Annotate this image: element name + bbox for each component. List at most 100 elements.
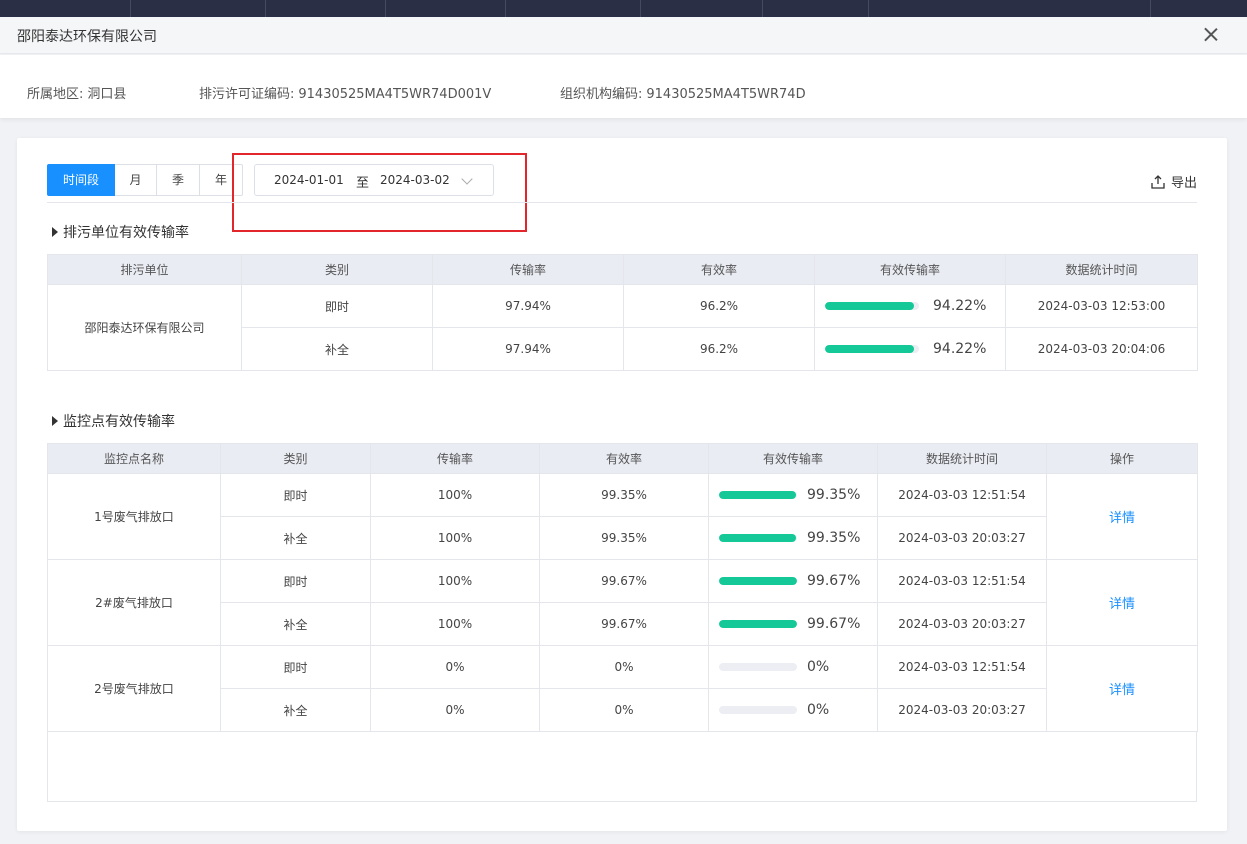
column-header: 有效传输率 bbox=[708, 443, 878, 474]
transmission-cell: 97.94% bbox=[432, 327, 624, 371]
progress-bar bbox=[825, 345, 919, 353]
transmission-cell: 0% bbox=[370, 645, 540, 689]
progress-bar bbox=[719, 706, 797, 714]
action-cell: 详情 bbox=[1046, 559, 1198, 646]
date-separator: 至 bbox=[356, 176, 370, 191]
type-cell: 补全 bbox=[220, 602, 371, 646]
region-value: 洞口县 bbox=[87, 87, 127, 102]
column-header: 有效率 bbox=[623, 254, 815, 285]
chevron-down-icon[interactable] bbox=[461, 173, 473, 185]
valid-cell: 99.67% bbox=[539, 602, 709, 646]
table-header-row: 监控点名称 类别 传输率 有效率 有效传输率 数据统计时间 操作 bbox=[47, 443, 1198, 474]
modal-header: 邵阳泰达环保有限公司 bbox=[0, 17, 1247, 54]
tab-year[interactable]: 年 bbox=[200, 164, 243, 196]
table-row: 补全 100% 99.35% 99.35% 2024-03-03 20:03:2… bbox=[48, 516, 1198, 560]
info-bar: 所属地区: 洞口县 排污许可证编码: 91430525MA4T5WR74D001V … bbox=[0, 55, 1247, 118]
progress-bar bbox=[719, 577, 797, 585]
effective-rate-cell: 99.35% bbox=[708, 516, 878, 560]
column-header: 类别 bbox=[220, 443, 371, 474]
table-row: 1号废气排放口 即时 100% 99.35% 99.35% 2024-03-03… bbox=[47, 473, 1198, 560]
unit-section-title-text: 排污单位有效传输率 bbox=[63, 225, 189, 241]
divider bbox=[47, 202, 1197, 203]
table-empty-area bbox=[47, 731, 1197, 802]
type-cell: 补全 bbox=[220, 516, 371, 560]
close-icon[interactable] bbox=[1201, 25, 1221, 45]
effective-rate-cell: 99.35% bbox=[708, 473, 878, 517]
tab-time-range[interactable]: 时间段 bbox=[47, 164, 115, 196]
tab-quarter[interactable]: 季 bbox=[157, 164, 200, 196]
nav-divider bbox=[762, 0, 763, 17]
progress-fill bbox=[719, 491, 797, 499]
type-cell: 即时 bbox=[241, 284, 433, 328]
progress-bar bbox=[719, 534, 797, 542]
valid-cell: 96.2% bbox=[623, 327, 815, 371]
column-header: 操作 bbox=[1046, 443, 1198, 474]
effective-rate-text: 99.67% bbox=[807, 616, 861, 632]
nav-divider bbox=[130, 0, 131, 17]
region-label: 所属地区: bbox=[27, 87, 84, 102]
period-segmented-control: 时间段 月 季 年 bbox=[47, 164, 243, 196]
valid-cell: 96.2% bbox=[623, 284, 815, 328]
progress-fill bbox=[825, 345, 914, 353]
transmission-cell: 100% bbox=[370, 473, 540, 517]
progress-bar bbox=[719, 620, 797, 628]
point-name-cell: 1号废气排放口 bbox=[47, 473, 221, 560]
progress-fill bbox=[719, 620, 797, 628]
column-header: 传输率 bbox=[432, 254, 624, 285]
table-row: 补全 0% 0% 0% 2024-03-03 20:03:27 bbox=[48, 688, 1198, 732]
nav-divider bbox=[868, 0, 869, 17]
monitor-section-title: 监控点有效传输率 bbox=[52, 411, 175, 431]
point-name-cell: 2#废气排放口 bbox=[47, 559, 221, 646]
table-row: 2号废气排放口 即时 0% 0% 0% 2024-03-03 12:51:54 … bbox=[47, 645, 1198, 732]
effective-rate-text: 99.67% bbox=[807, 573, 861, 589]
date-range-picker[interactable]: 2024-01-01 至 2024-03-02 bbox=[254, 164, 494, 196]
time-cell: 2024-03-03 20:03:27 bbox=[877, 602, 1047, 646]
org-value: 91430525MA4T5WR74D bbox=[646, 87, 806, 102]
transmission-cell: 100% bbox=[370, 602, 540, 646]
table-row: 邵阳泰达环保有限公司 即时 97.94% 96.2% 94.22% 2024-0… bbox=[47, 284, 1198, 371]
transmission-cell: 100% bbox=[370, 559, 540, 603]
effective-rate-cell: 0% bbox=[708, 645, 878, 689]
permit-value: 91430525MA4T5WR74D001V bbox=[298, 87, 492, 102]
effective-rate-cell: 99.67% bbox=[708, 602, 878, 646]
unit-section-title: 排污单位有效传输率 bbox=[52, 222, 189, 242]
export-icon bbox=[1151, 174, 1165, 189]
column-header: 有效传输率 bbox=[814, 254, 1006, 285]
column-header: 有效率 bbox=[539, 443, 709, 474]
nav-divider bbox=[265, 0, 266, 17]
monitor-section-title-text: 监控点有效传输率 bbox=[63, 414, 175, 430]
time-cell: 2024-03-03 20:03:27 bbox=[877, 688, 1047, 732]
unit-name-cell: 邵阳泰达环保有限公司 bbox=[47, 284, 242, 371]
details-link[interactable]: 详情 bbox=[1109, 597, 1135, 612]
caret-right-icon bbox=[52, 227, 58, 237]
column-header: 监控点名称 bbox=[47, 443, 221, 474]
effective-rate-cell: 99.67% bbox=[708, 559, 878, 603]
transmission-cell: 0% bbox=[370, 688, 540, 732]
permit-info: 排污许可证编码: 91430525MA4T5WR74D001V bbox=[199, 83, 491, 102]
effective-rate-text: 0% bbox=[807, 702, 830, 718]
unit-rate-table: 排污单位 类别 传输率 有效率 有效传输率 数据统计时间 邵阳泰达环保有限公司 … bbox=[47, 254, 1198, 371]
table-row: 2#废气排放口 即时 100% 99.67% 99.67% 2024-03-03… bbox=[47, 559, 1198, 646]
column-header: 类别 bbox=[241, 254, 433, 285]
valid-cell: 99.35% bbox=[539, 516, 709, 560]
caret-right-icon bbox=[52, 416, 58, 426]
org-info: 组织机构编码: 91430525MA4T5WR74D bbox=[560, 83, 806, 102]
start-date[interactable]: 2024-01-01 bbox=[274, 173, 344, 187]
table-row: 补全 100% 99.67% 99.67% 2024-03-03 20:03:2… bbox=[48, 602, 1198, 646]
type-cell: 补全 bbox=[241, 327, 433, 371]
transmission-cell: 100% bbox=[370, 516, 540, 560]
details-link[interactable]: 详情 bbox=[1109, 511, 1135, 526]
action-cell: 详情 bbox=[1046, 645, 1198, 732]
export-button[interactable]: 导出 bbox=[1150, 172, 1197, 191]
action-cell: 详情 bbox=[1046, 473, 1198, 560]
details-link[interactable]: 详情 bbox=[1109, 683, 1135, 698]
end-date[interactable]: 2024-03-02 bbox=[380, 173, 450, 187]
column-header: 数据统计时间 bbox=[1005, 254, 1198, 285]
progress-bar bbox=[719, 663, 797, 671]
tab-month[interactable]: 月 bbox=[115, 164, 157, 196]
modal-title: 邵阳泰达环保有限公司 bbox=[17, 29, 157, 45]
column-header: 数据统计时间 bbox=[877, 443, 1047, 474]
point-name-cell: 2号废气排放口 bbox=[47, 645, 221, 732]
nav-divider bbox=[385, 0, 386, 17]
region-info: 所属地区: 洞口县 bbox=[27, 83, 126, 102]
